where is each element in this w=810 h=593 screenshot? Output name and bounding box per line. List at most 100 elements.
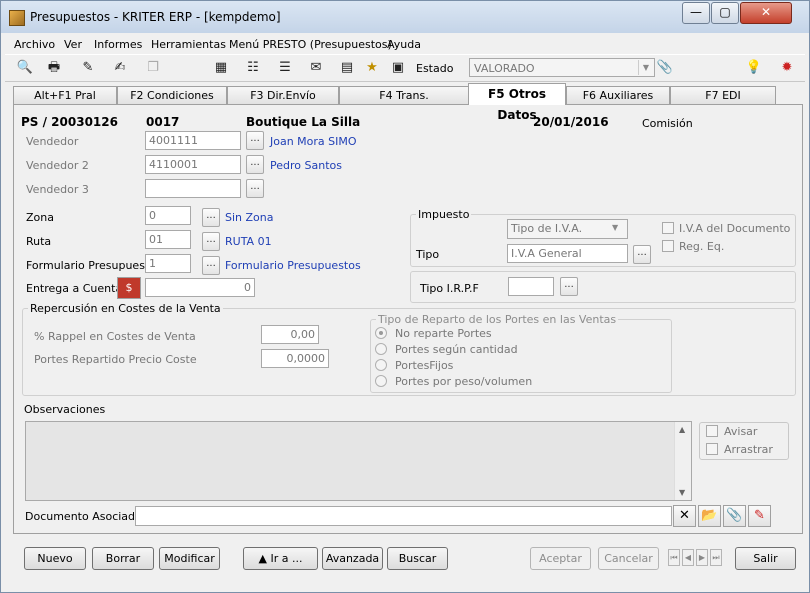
vendedor2-lookup-button[interactable]: ... <box>246 155 264 174</box>
portes-field[interactable]: 0,0000 <box>261 349 329 368</box>
menu-archivo[interactable]: Archivo <box>14 38 55 51</box>
arrastrar-checkbox[interactable] <box>706 443 718 455</box>
tipo-lookup-button[interactable]: ... <box>633 245 651 264</box>
clear-doc-icon[interactable]: ✕ <box>673 505 696 527</box>
scanner-icon[interactable]: ✎ <box>748 505 771 527</box>
ir-a-button[interactable]: ▲ Ir a ... <box>243 547 318 570</box>
maximize-button[interactable]: ▢ <box>711 2 739 24</box>
next-record-icon[interactable]: ▶ <box>696 549 708 566</box>
menu-ver[interactable]: Ver <box>64 38 82 51</box>
copy-icon[interactable]: ❐ <box>144 59 162 77</box>
open-folder-icon[interactable]: 📂 <box>698 505 721 527</box>
observaciones-label: Observaciones <box>24 403 106 416</box>
menu-informes[interactable]: Informes <box>94 38 142 51</box>
menu-presto[interactable]: Menú PRESTO (Presupuestos) <box>229 38 392 51</box>
aceptar-button[interactable]: Aceptar <box>530 547 591 570</box>
minimize-button[interactable]: — <box>682 2 710 24</box>
tab-trans[interactable]: F4 Trans. <box>339 86 469 104</box>
documento-field[interactable] <box>135 506 672 526</box>
avisar-label: Avisar <box>724 425 758 438</box>
vendedor3-lookup-button[interactable]: ... <box>246 179 264 198</box>
iva-documento-label: I.V.A del Documento <box>679 222 791 235</box>
ruta-code-field[interactable]: 01 <box>145 230 191 249</box>
tab-otros-datos[interactable]: F5 Otros Datos <box>468 83 566 122</box>
tipo-field[interactable]: I.V.A General <box>507 244 628 263</box>
vendedor-name: Joan Mora SIMO <box>270 135 357 148</box>
menu-herramientas[interactable]: Herramientas <box>151 38 226 51</box>
iva-documento-checkbox[interactable] <box>662 222 674 234</box>
star-icon[interactable]: ★ <box>363 59 381 77</box>
observaciones-scrollbar[interactable]: ▲ ▼ <box>674 422 691 500</box>
zona-code-field[interactable]: 0 <box>145 206 191 225</box>
first-record-icon[interactable]: ⏮ <box>668 549 680 566</box>
tab-condiciones[interactable]: F2 Condiciones <box>117 86 227 104</box>
reg-eq-checkbox[interactable] <box>662 240 674 252</box>
scroll-up-icon[interactable]: ▲ <box>679 425 685 434</box>
avanzada-button[interactable]: Avanzada <box>322 547 383 570</box>
chevron-down-icon[interactable]: ▼ <box>638 60 653 75</box>
salir-button[interactable]: Salir <box>735 547 796 570</box>
title-bar[interactable]: Presupuestos - KRITER ERP - [kempdemo] —… <box>1 1 809 33</box>
print-icon[interactable]: 🖶 <box>45 59 63 77</box>
scroll-down-icon[interactable]: ▼ <box>679 488 685 497</box>
stop-icon[interactable]: ✹ <box>778 59 796 77</box>
paperclip-icon[interactable]: 📎 <box>656 59 674 77</box>
irpf-lookup-button[interactable]: ... <box>560 277 578 296</box>
app-icon <box>9 10 25 26</box>
radio-portes-fijos[interactable] <box>375 359 387 371</box>
zona-lookup-button[interactable]: ... <box>202 208 220 227</box>
rappel-field[interactable]: 0,00 <box>261 325 319 344</box>
tab-principal[interactable]: Alt+F1 Pral <box>13 86 117 104</box>
money-bag-icon[interactable]: $ <box>117 277 141 299</box>
irpf-field[interactable] <box>508 277 554 296</box>
prev-record-icon[interactable]: ◀ <box>682 549 694 566</box>
tipo-iva-select[interactable]: Tipo de I.V.A. <box>507 219 628 239</box>
presupuestos-window: Presupuestos - KRITER ERP - [kempdemo] —… <box>0 0 810 593</box>
edit-doc-icon[interactable]: ✍ <box>111 59 129 77</box>
package-icon[interactable]: ▣ <box>389 59 407 77</box>
irpf-label: Tipo I.R.P.F <box>420 282 479 295</box>
tree-icon[interactable]: ☷ <box>244 59 262 77</box>
avisar-checkbox[interactable] <box>706 425 718 437</box>
vendedor-code-field[interactable]: 4001111 <box>145 131 241 150</box>
lightbulb-icon[interactable]: 💡 <box>745 59 763 77</box>
preview-icon[interactable]: 🔍 <box>16 59 34 77</box>
menu-bar: Archivo Ver Informes Herramientas Menú P… <box>1 36 809 53</box>
vendedor-lookup-button[interactable]: ... <box>246 131 264 150</box>
ruta-lookup-button[interactable]: ... <box>202 232 220 251</box>
vendedor3-code-field[interactable] <box>145 179 241 198</box>
zona-label: Zona <box>26 211 54 224</box>
tools-icon[interactable]: ✎ <box>79 59 97 77</box>
observaciones-textarea[interactable]: ▲ ▼ <box>25 421 692 501</box>
radio-portes-fijos-label: PortesFijos <box>395 359 454 372</box>
estado-value: VALORADO <box>474 62 535 75</box>
last-record-icon[interactable]: ⏭ <box>710 549 722 566</box>
chevron-down-icon[interactable]: ▼ <box>612 223 618 232</box>
modificar-button[interactable]: Modificar <box>159 547 220 570</box>
radio-peso-volumen[interactable] <box>375 375 387 387</box>
radio-segun-cantidad[interactable] <box>375 343 387 355</box>
tab-auxiliares[interactable]: F6 Auxiliares <box>566 86 670 104</box>
vendedor2-code-field[interactable]: 4110001 <box>145 155 241 174</box>
cancelar-button[interactable]: Cancelar <box>598 547 659 570</box>
document-code: 0017 <box>146 115 180 129</box>
nuevo-button[interactable]: Nuevo <box>24 547 86 570</box>
formulario-lookup-button[interactable]: ... <box>202 256 220 275</box>
buscar-button[interactable]: Buscar <box>387 547 448 570</box>
entrega-field[interactable]: 0 <box>145 278 255 297</box>
list-icon[interactable]: ☰ <box>276 59 294 77</box>
borrar-button[interactable]: Borrar <box>92 547 154 570</box>
estado-select[interactable]: VALORADO ▼ <box>469 58 655 77</box>
comision-label: Comisión <box>642 117 693 130</box>
chart-icon[interactable]: ▤ <box>338 59 356 77</box>
impuesto-title: Impuesto <box>416 208 472 221</box>
paperclip-doc-icon[interactable]: 📎 <box>723 505 746 527</box>
close-button[interactable]: ✕ <box>740 2 792 24</box>
tab-edi[interactable]: F7 EDI <box>670 86 776 104</box>
radio-no-reparte[interactable] <box>375 327 387 339</box>
menu-ayuda[interactable]: Ayuda <box>387 38 421 51</box>
formulario-code-field[interactable]: 1 <box>145 254 191 273</box>
calculator-icon[interactable]: ▦ <box>212 59 230 77</box>
note-icon[interactable]: ✉ <box>307 59 325 77</box>
tab-direnvio[interactable]: F3 Dir.Envío <box>227 86 339 104</box>
